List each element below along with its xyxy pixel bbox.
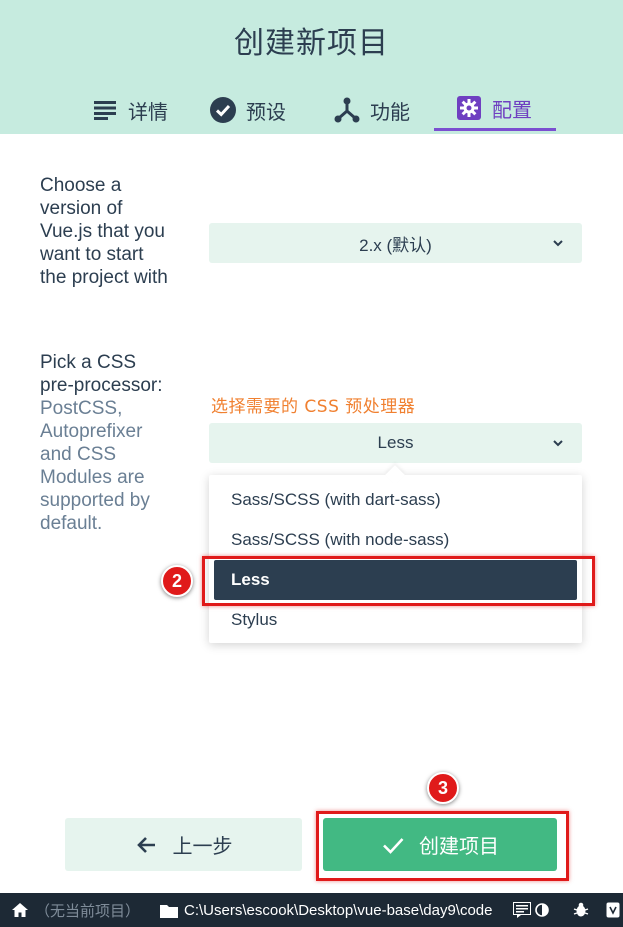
fork-icon (334, 97, 360, 123)
step-tabs: 详情 预设 功能 配置 (0, 88, 623, 134)
highlight-box-create (316, 811, 569, 881)
bug-report-icon[interactable] (573, 893, 589, 927)
step-badge-3: 3 (427, 772, 459, 804)
highlight-box-less (202, 556, 595, 606)
page-title: 创建新项目 (234, 26, 389, 61)
select-value: Less (377, 433, 414, 452)
console-log-icon[interactable] (513, 893, 531, 927)
current-path[interactable]: C:\Users\escook\Desktop\vue-base\day9\co… (184, 893, 493, 927)
annotation-hint: 选择需要的 CSS 预处理器 (211, 397, 416, 417)
list-icon (92, 97, 118, 123)
tab-details[interactable]: 详情 (92, 88, 168, 132)
tab-label: 功能 (370, 99, 410, 124)
tab-presets[interactable]: 预设 (210, 88, 286, 132)
translate-icon[interactable] (606, 893, 620, 927)
current-project-status[interactable]: （无当前项目） (35, 893, 140, 927)
settings-icon (456, 95, 482, 121)
vue-version-select[interactable]: 2.x (默认) (209, 223, 582, 263)
theme-toggle-icon[interactable] (535, 893, 549, 927)
option-sass-dart[interactable]: Sass/SCSS (with dart-sass) (209, 480, 582, 520)
tab-label: 配置 (492, 97, 532, 122)
vue-version-label: Choose a version of Vue.js that you want… (40, 175, 168, 288)
arrow-left-icon (135, 833, 159, 857)
css-preprocessor-select[interactable]: Less (209, 423, 582, 463)
tab-label: 详情 (128, 99, 168, 124)
check-circle-icon (210, 97, 236, 123)
chevron-down-icon (552, 234, 564, 247)
label-title: Pick a CSS pre-processor: (40, 352, 163, 396)
home-icon[interactable] (11, 893, 29, 927)
status-bar: （无当前项目） C:\Users\escook\Desktop\vue-base… (0, 893, 623, 927)
tab-config[interactable]: 配置 (434, 88, 556, 131)
step-badge-2: 2 (161, 565, 193, 597)
tab-features[interactable]: 功能 (334, 88, 410, 132)
css-preprocessor-label: Pick a CSS pre-processor: PostCSS, Autop… (40, 351, 175, 535)
previous-button[interactable]: 上一步 (65, 818, 302, 871)
option-sass-node[interactable]: Sass/SCSS (with node-sass) (209, 520, 582, 560)
folder-icon (160, 893, 178, 927)
select-value: 2.x (默认) (359, 235, 432, 255)
tab-label: 预设 (246, 99, 286, 124)
label-description: PostCSS, Autoprefixer and CSS Modules ar… (40, 398, 150, 534)
previous-button-label: 上一步 (172, 834, 233, 858)
header: 创建新项目 详情 预设 功能 配置 (0, 0, 623, 134)
option-stylus[interactable]: Stylus (209, 600, 582, 640)
chevron-down-icon (552, 434, 564, 447)
